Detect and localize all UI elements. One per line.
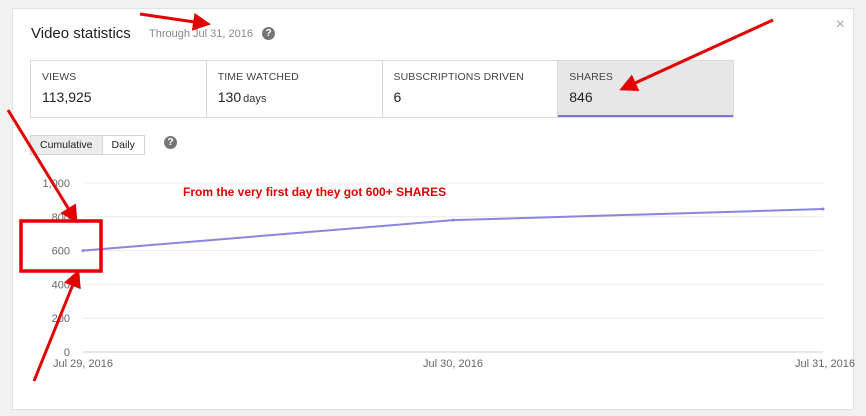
y-tick-label: 200 <box>52 313 70 325</box>
x-tick-label: Jul 29, 2016 <box>53 358 113 370</box>
x-tick-label: Jul 30, 2016 <box>423 358 483 370</box>
shares-line-chart: 02004006008001,000Jul 29, 2016 Jul 30, 20… <box>42 178 855 370</box>
y-tick-label: 800 <box>52 212 70 224</box>
series-line <box>82 208 824 252</box>
y-tick-label: 600 <box>52 246 70 258</box>
data-point <box>81 249 85 253</box>
data-point <box>451 218 455 222</box>
y-tick-label: 1,000 <box>42 178 70 190</box>
annotation-text: From the very first day they got 600+ SH… <box>183 185 447 199</box>
x-tick-label: Jul 31, 2016 <box>795 358 855 370</box>
y-tick-label: 400 <box>52 279 70 291</box>
data-point <box>821 207 825 211</box>
